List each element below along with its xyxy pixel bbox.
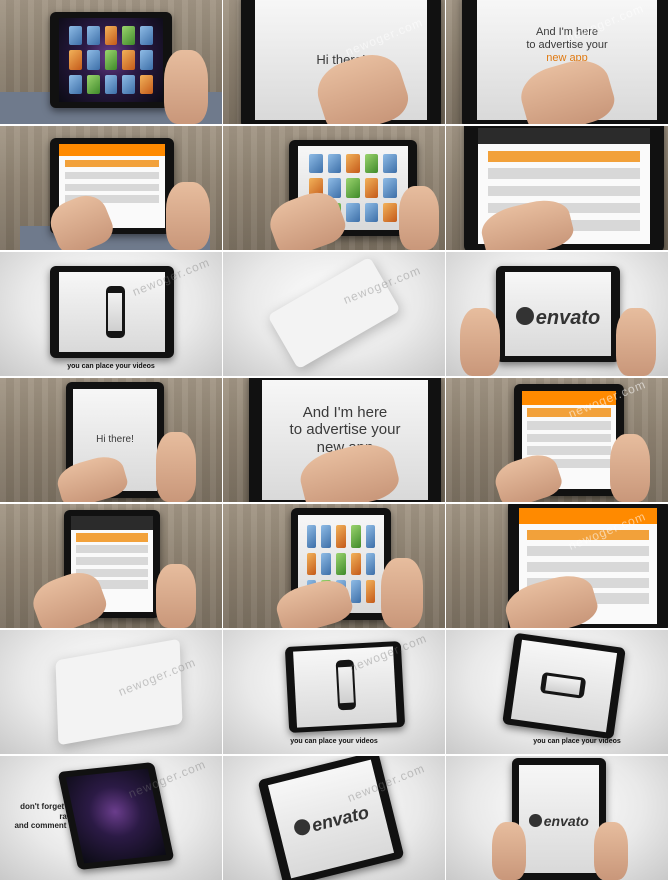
envato-logo: envato bbox=[505, 307, 612, 330]
frame-11-advertise: And I'm here to advertise your new app bbox=[223, 378, 445, 502]
frame-5-app-grid bbox=[223, 126, 445, 250]
frame-13-web-store bbox=[0, 504, 222, 628]
frame-20-envato: envato newoger.com bbox=[223, 756, 445, 880]
greeting-text: Hi there! bbox=[96, 433, 134, 445]
envato-leaf-icon bbox=[515, 307, 534, 326]
video-caption: you can place your videos bbox=[290, 738, 378, 745]
app-icons bbox=[69, 26, 153, 94]
advertise-line-1: And I'm here bbox=[302, 404, 388, 422]
hand bbox=[166, 182, 210, 250]
envato-logo: envato bbox=[277, 799, 386, 845]
frame-19-rate-comment: don't forget to rate and comment :) newo… bbox=[0, 756, 222, 880]
rate-comment-line-2: and comment :) bbox=[14, 821, 74, 831]
envato-wordmark: envato bbox=[535, 307, 601, 330]
tablet-screen: envato bbox=[267, 759, 395, 879]
tablet: envato bbox=[496, 266, 620, 362]
hand bbox=[610, 434, 650, 502]
tablet-back bbox=[267, 256, 401, 370]
phone bbox=[105, 286, 125, 338]
tablet bbox=[50, 12, 172, 108]
envato-logo: envato bbox=[519, 813, 600, 829]
frame-6-website-closeup bbox=[446, 126, 668, 250]
hand bbox=[156, 564, 196, 628]
video-caption: you can place your videos bbox=[67, 363, 155, 370]
tablet-screen: envato bbox=[504, 271, 612, 357]
advertise-line-2: to advertise your bbox=[289, 421, 401, 439]
frame-21-envato: envato bbox=[446, 756, 668, 880]
frame-14-app-grid bbox=[223, 504, 445, 628]
hand bbox=[460, 308, 500, 376]
frame-2-hi-there: Hi there! newoger.com bbox=[223, 0, 445, 124]
hand bbox=[594, 822, 628, 880]
tablet-screen bbox=[58, 17, 164, 103]
hand bbox=[164, 50, 208, 124]
hand bbox=[399, 186, 439, 250]
envato-leaf-icon bbox=[292, 817, 312, 838]
frame-10-hi-there: Hi there! bbox=[0, 378, 222, 502]
frame-3-advertise: And I'm here to advertise your new app n… bbox=[446, 0, 668, 124]
frame-4-page-turn bbox=[0, 126, 222, 250]
thumbnail-grid: Hi there! newoger.com And I'm here to ad… bbox=[0, 0, 668, 881]
tablet-screen bbox=[510, 639, 618, 733]
hand bbox=[381, 558, 423, 628]
video-caption: you can place your videos bbox=[533, 738, 621, 745]
tablet bbox=[502, 632, 626, 740]
frame-15-website-closeup: newoger.com bbox=[446, 504, 668, 628]
frame-9-envato: envato bbox=[446, 252, 668, 376]
hand bbox=[156, 432, 196, 502]
frame-16-tablet-back: newoger.com bbox=[0, 630, 222, 754]
envato-wordmark: envato bbox=[309, 802, 371, 836]
tablet-screen: envato bbox=[518, 765, 600, 873]
frame-7-video-placement: you can place your videos newoger.com bbox=[0, 252, 222, 376]
frame-17-video-placement: you can place your videos newoger.com bbox=[223, 630, 445, 754]
frame-8-tablet-back: newoger.com bbox=[223, 252, 445, 376]
hand bbox=[616, 308, 656, 376]
phone bbox=[539, 671, 587, 699]
tablet: envato bbox=[257, 756, 405, 880]
frame-12-page-turn: newoger.com bbox=[446, 378, 668, 502]
envato-wordmark: envato bbox=[543, 812, 589, 829]
advertise-line-2: to advertise your bbox=[526, 39, 608, 52]
tablet: envato bbox=[512, 758, 606, 880]
frame-18-video-landscape: you can place your videos bbox=[446, 630, 668, 754]
frame-1-home-screen bbox=[0, 0, 222, 124]
hand bbox=[492, 822, 526, 880]
envato-leaf-icon bbox=[529, 813, 542, 827]
